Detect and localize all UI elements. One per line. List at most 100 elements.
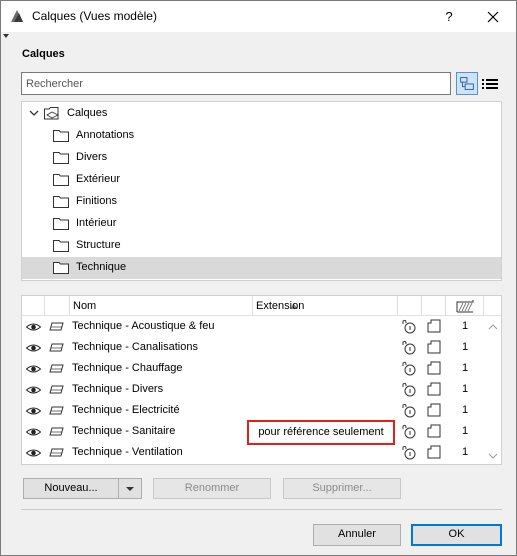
eye-icon[interactable] <box>26 406 41 416</box>
layer-name: Technique - Sanitaire <box>72 425 176 437</box>
folder-icon <box>53 240 69 252</box>
header-visibility[interactable] <box>22 296 45 316</box>
eye-icon[interactable] <box>26 427 41 437</box>
document-icon[interactable] <box>427 403 441 417</box>
document-icon[interactable] <box>427 361 441 375</box>
help-icon[interactable]: ? <box>439 7 459 27</box>
tree-root[interactable]: Calques <box>22 103 501 125</box>
list-header: Nom Extension <box>22 296 501 316</box>
eye-icon[interactable] <box>26 364 41 374</box>
search-input[interactable] <box>21 72 451 95</box>
intersection-group-value[interactable]: 1 <box>452 442 478 463</box>
table-row[interactable]: Technique - Canalisations 1 <box>22 337 484 358</box>
tree-item-structure[interactable]: Structure <box>22 235 501 257</box>
intersection-group-value[interactable]: 1 <box>452 337 478 358</box>
tree-item-technique[interactable]: Technique <box>22 257 501 279</box>
lock-icon[interactable] <box>401 382 416 397</box>
header-extension-label: Extension <box>256 300 305 312</box>
extension-highlight: pour référence seulement <box>247 420 395 445</box>
folder-icon <box>53 196 69 208</box>
layer-name: Technique - Ventilation <box>72 446 183 458</box>
eye-icon[interactable] <box>26 448 41 458</box>
eye-icon[interactable] <box>26 343 41 353</box>
tree-view-icon[interactable] <box>456 72 478 95</box>
header-document[interactable] <box>422 296 446 316</box>
intersection-group-value[interactable]: 1 <box>452 316 478 337</box>
layer-icon[interactable] <box>49 364 64 373</box>
chevron-down-icon[interactable] <box>29 109 39 117</box>
document-icon[interactable] <box>427 340 441 354</box>
folder-icon <box>53 152 69 164</box>
document-icon[interactable] <box>427 445 441 459</box>
tree-root-label: Calques <box>67 107 108 119</box>
folder-icon <box>53 262 69 274</box>
layer-icon[interactable] <box>49 406 64 415</box>
lock-icon[interactable] <box>401 340 416 355</box>
close-icon[interactable] <box>483 7 503 27</box>
tree-item-label: Annotations <box>76 129 135 141</box>
eye-icon[interactable] <box>26 322 41 332</box>
layer-name: Technique - Electricité <box>72 404 180 416</box>
scroll-down-icon[interactable] <box>487 451 499 461</box>
tree-item-divers[interactable]: Divers <box>22 147 501 169</box>
layers-folder-icon <box>44 107 59 120</box>
table-row[interactable]: Technique - Divers 1 <box>22 379 484 400</box>
header-lock-state[interactable] <box>398 296 422 316</box>
divider <box>21 509 502 510</box>
lock-icon[interactable] <box>401 424 416 439</box>
eye-icon[interactable] <box>26 385 41 395</box>
tree-item-label: Structure <box>76 239 121 251</box>
tree-item-interieur[interactable]: Intérieur <box>22 213 501 235</box>
header-extension[interactable]: Extension <box>253 296 398 316</box>
intersection-group-value[interactable]: 1 <box>452 421 478 442</box>
table-row[interactable]: Technique - Acoustique & feu 1 <box>22 316 484 337</box>
document-icon[interactable] <box>427 319 441 333</box>
layer-icon[interactable] <box>49 385 64 394</box>
scroll-up-icon[interactable] <box>487 322 499 332</box>
intersection-group-value[interactable]: 1 <box>452 358 478 379</box>
layer-icon[interactable] <box>49 322 64 331</box>
table-row[interactable]: Technique - Chauffage 1 <box>22 358 484 379</box>
cancel-button[interactable]: Annuler <box>313 524 401 546</box>
layer-folder-tree[interactable]: Calques Annotations Divers Extérieur Fin… <box>21 101 502 281</box>
new-button[interactable]: Nouveau... <box>23 478 119 499</box>
lock-icon[interactable] <box>401 361 416 376</box>
tree-item-finitions[interactable]: Finitions <box>22 191 501 213</box>
layer-list[interactable]: Nom Extension Technique - Acoustique & f… <box>21 295 502 465</box>
header-name[interactable]: Nom <box>70 296 298 316</box>
document-icon[interactable] <box>427 382 441 396</box>
intersection-group-value[interactable]: 1 <box>452 400 478 421</box>
rename-button[interactable]: Renommer <box>153 478 271 499</box>
tree-item-label: Technique <box>76 261 127 273</box>
lock-icon[interactable] <box>401 403 416 418</box>
lock-icon[interactable] <box>401 445 416 460</box>
layer-name: Technique - Divers <box>72 383 164 395</box>
document-icon[interactable] <box>427 424 441 438</box>
header-lock[interactable] <box>45 296 70 316</box>
new-dropdown-button[interactable] <box>118 478 142 499</box>
section-title: Calques <box>22 48 65 60</box>
layer-icon[interactable] <box>49 448 64 457</box>
intersection-group-value[interactable]: 1 <box>452 379 478 400</box>
intersection-group-icon <box>456 300 474 313</box>
layer-name: Technique - Acoustique & feu <box>72 320 215 332</box>
lock-icon[interactable] <box>401 319 416 334</box>
title-bar: Calques (Vues modèle) ? <box>1 1 516 32</box>
layer-name: Technique - Canalisations <box>72 341 198 353</box>
layer-name: Technique - Chauffage <box>72 362 183 374</box>
table-row[interactable]: Technique - Ventilation 1 <box>22 442 484 463</box>
layer-icon[interactable] <box>49 427 64 436</box>
window-title: Calques (Vues modèle) <box>32 9 157 23</box>
list-view-icon[interactable] <box>479 72 501 95</box>
ok-button[interactable]: OK <box>411 524 502 546</box>
header-intersection-group[interactable] <box>446 296 484 316</box>
tree-item-exterieur[interactable]: Extérieur <box>22 169 501 191</box>
tree-item-annotations[interactable]: Annotations <box>22 125 501 147</box>
delete-button[interactable]: Supprimer... <box>283 478 401 499</box>
layer-icon[interactable] <box>49 343 64 352</box>
tree-item-label: Extérieur <box>76 173 121 185</box>
header-name-label: Nom <box>73 300 97 312</box>
folder-icon <box>53 218 69 230</box>
table-row[interactable]: Technique - Electricité 1 <box>22 400 484 421</box>
tree-item-label: Finitions <box>76 195 117 207</box>
